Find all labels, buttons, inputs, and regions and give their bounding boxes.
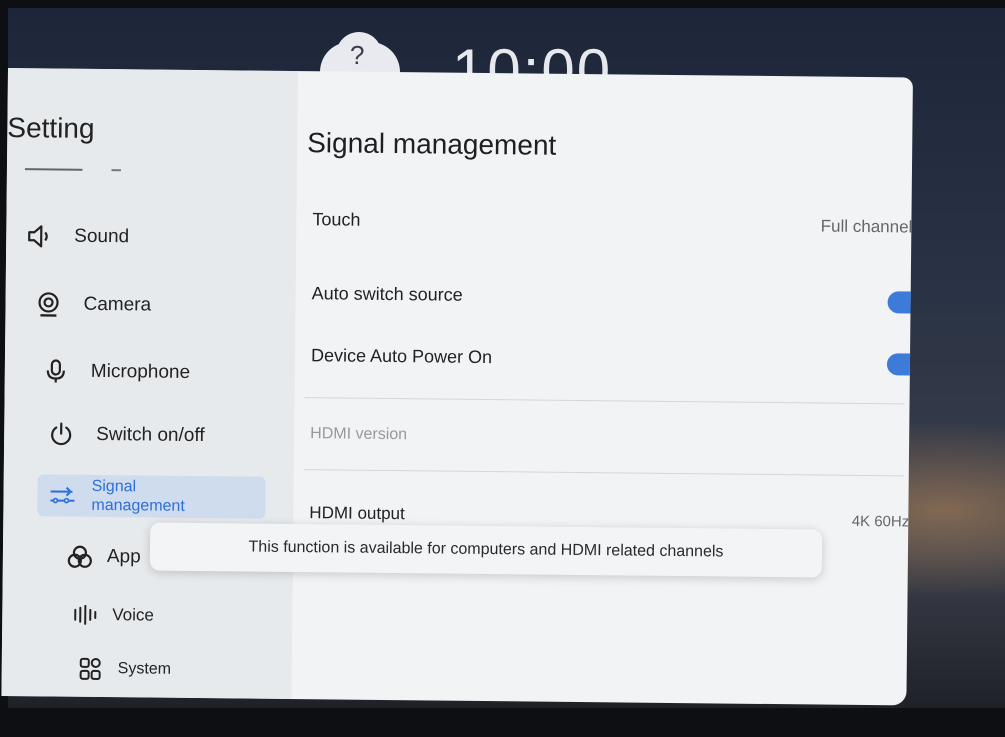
toast-message: This function is available for computers… (149, 522, 823, 578)
device-auto-power-on-row: Device Auto Power On (311, 339, 913, 385)
sidebar-item-voice[interactable]: Voice (70, 595, 154, 636)
sidebar-item-label: Microphone (90, 360, 191, 383)
signal-icon (47, 480, 77, 510)
sidebar-item-system[interactable]: System (76, 649, 172, 690)
hdmi-output-label: HDMI output (309, 503, 405, 524)
sidebar-item-signal-management[interactable]: Signal management (37, 474, 266, 519)
touch-value-text: Full channel (820, 216, 913, 237)
screen-bezel-bottom (0, 708, 1005, 737)
touch-row[interactable]: Touch Full channel (312, 203, 913, 249)
sidebar-item-camera[interactable]: Camera (33, 284, 151, 325)
weather-symbol: ? (350, 40, 365, 70)
voice-icon (70, 600, 100, 630)
divider (304, 397, 905, 405)
screen-bezel-top (0, 0, 1005, 8)
sidebar-item-sound[interactable]: Sound (24, 216, 129, 257)
touch-label: Touch (312, 209, 361, 230)
sidebar-item-label: Signal management (91, 477, 185, 515)
sidebar-item-label: Camera (83, 293, 152, 316)
sidebar-item-label: Switch on/off (96, 423, 205, 447)
sidebar-item-label: Voice (112, 605, 154, 625)
app-icon (65, 542, 95, 572)
sidebar-item-label: System (117, 660, 172, 678)
device-auto-power-on-toggle[interactable] (886, 353, 913, 376)
sidebar-item-label: App (106, 546, 141, 568)
auto-switch-source-toggle[interactable] (887, 291, 913, 314)
main-content: Signal management Touch Full channel Aut… (301, 71, 913, 705)
hdmi-output-value: 4K 60Hz (852, 511, 913, 532)
speaker-icon (24, 221, 54, 251)
toast-text: This function is available for computers… (248, 538, 724, 561)
system-icon (76, 654, 106, 684)
sidebar-title: Setting (7, 111, 95, 144)
hdmi-version-label: HDMI version (310, 425, 408, 444)
sidebar: Setting Sound Camera Microphone Switch o (1, 68, 298, 700)
touch-value: Full channel (821, 217, 913, 238)
page-title: Signal management (307, 127, 557, 161)
divider (303, 469, 904, 477)
auto-switch-source-row: Auto switch source (311, 277, 913, 323)
sidebar-item-switch-on-off[interactable]: Switch on/off (46, 414, 205, 456)
hdmi-version-row[interactable]: HDMI version (310, 419, 913, 465)
sidebar-divider (24, 168, 121, 172)
sidebar-item-label: Sound (74, 225, 130, 248)
sidebar-item-app[interactable]: App (65, 537, 141, 578)
device-auto-power-on-label: Device Auto Power On (310, 345, 493, 368)
power-icon (46, 419, 76, 449)
camera-icon (33, 289, 63, 319)
auto-switch-source-label: Auto switch source (311, 283, 463, 305)
microphone-icon (41, 356, 71, 386)
hdmi-output-value-text: 4K 60Hz (851, 512, 910, 530)
settings-panel: Setting Sound Camera Microphone Switch o (1, 68, 913, 706)
sidebar-item-microphone[interactable]: Microphone (41, 351, 191, 393)
